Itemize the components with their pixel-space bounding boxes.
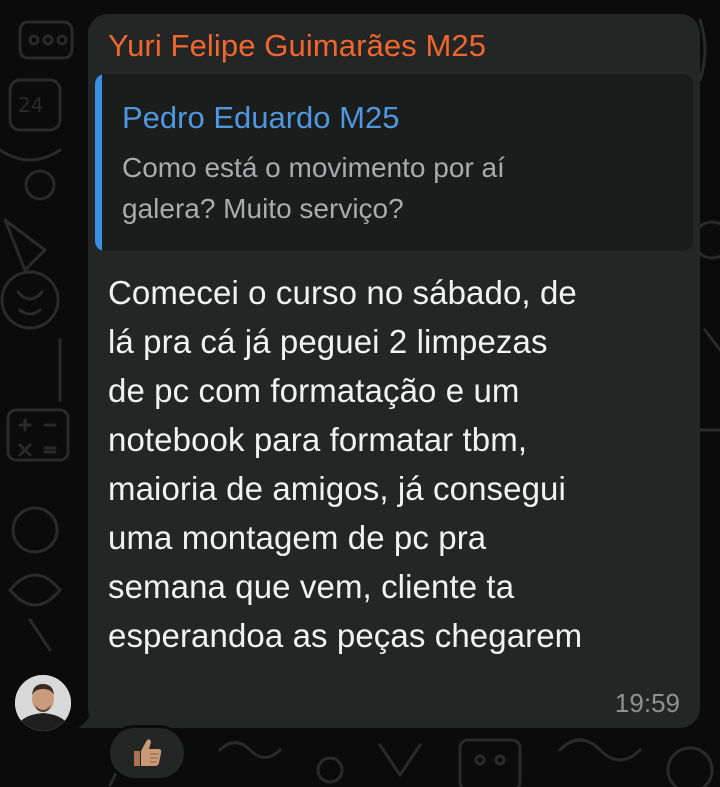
thumbs-up-icon — [134, 739, 162, 766]
reply-quote[interactable]: Pedro Eduardo M25 Como está o movimento … — [95, 74, 693, 251]
quote-author: Pedro Eduardo M25 — [122, 100, 400, 135]
sender-name[interactable]: Yuri Felipe Guimarães M25 — [108, 26, 486, 66]
message-text: Comecei o curso no sábado, de lá pra cá … — [108, 274, 583, 654]
sender-avatar[interactable] — [15, 675, 71, 731]
quote-text: Como está o movimento por aí galera? Mui… — [122, 152, 505, 224]
avatar-photo-icon — [15, 675, 71, 731]
quote-accent-bar — [95, 74, 102, 251]
svg-text:24: 24 — [18, 93, 43, 117]
message-timestamp: 19:59 — [614, 688, 680, 718]
reaction-pill[interactable] — [107, 725, 187, 781]
